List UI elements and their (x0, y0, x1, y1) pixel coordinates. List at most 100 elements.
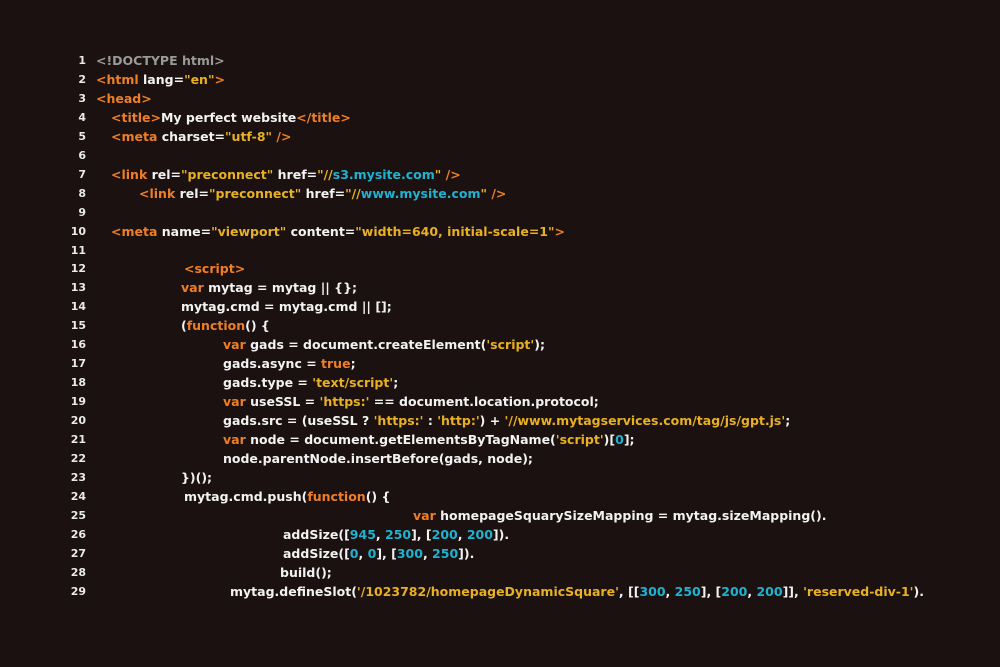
code-token: 200 (721, 583, 748, 599)
code-token: ); (534, 337, 545, 353)
code-token: 0 (615, 432, 624, 447)
code-token: 'https:' (373, 413, 424, 429)
code-token: node = document.getElementsByTagName( (250, 432, 556, 447)
code-token: <meta (111, 128, 162, 144)
code-token: gads.src = (useSSL ? (223, 413, 374, 429)
code-line[interactable]: 12 <script> (0, 259, 1000, 278)
code-line[interactable]: 11 (0, 241, 1000, 260)
code-token: node.parentNode.insertBefore(gads, node)… (223, 450, 533, 466)
code-text: var node = document.getElementsByTagName… (223, 430, 635, 449)
code-token: 0 (367, 545, 377, 561)
code-line[interactable]: 26 addSize([945, 250], [200, 200]). (0, 525, 1000, 544)
code-token: , [[ (618, 583, 640, 599)
code-token: rel= (179, 185, 210, 201)
code-line[interactable]: 9 (0, 203, 1000, 222)
code-text: <meta charset="utf-8" /> (111, 127, 291, 146)
code-text: gads.type = 'text/script'; (223, 373, 398, 392)
code-token: /> (441, 166, 461, 182)
code-token: function (307, 488, 366, 504)
code-line[interactable]: 18 gads.type = 'text/script'; (0, 373, 1000, 392)
code-text: mytag.defineSlot('/1023782/homepageDynam… (230, 582, 924, 601)
code-line[interactable]: 8 <link rel="preconnect" href="//www.mysi… (0, 184, 1000, 203)
code-text: })(); (181, 468, 212, 487)
code-token: charset= (161, 128, 226, 144)
code-line[interactable]: 19 var useSSL = 'https:' == document.loca… (0, 392, 1000, 411)
code-token: 300 (639, 583, 666, 599)
code-token: '/1023782/homepageDynamicSquare' (356, 583, 619, 599)
code-text: var useSSL = 'https:' == document.locati… (223, 392, 599, 411)
line-number: 1 (78, 54, 86, 67)
code-token: mytag.cmd = mytag.cmd || []; (181, 299, 392, 315)
code-token: <link (139, 185, 180, 201)
code-token: 0 (349, 545, 359, 561)
code-text: <!DOCTYPE html> (96, 51, 225, 70)
code-token: <html (96, 71, 144, 87)
code-token: href= (273, 166, 318, 182)
code-token: , (375, 526, 385, 542)
code-line[interactable]: 20 gads.src = (useSSL ? 'https:' : 'http:… (0, 411, 1000, 430)
code-token: gads = document.createElement( (250, 337, 487, 353)
code-line[interactable]: 2 <html lang="en"> (0, 70, 1000, 89)
code-line[interactable]: 24 mytag.cmd.push(function() { (0, 487, 1000, 506)
code-line[interactable]: 27 addSize([0, 0], [300, 250]). (0, 544, 1000, 563)
code-token: 945 (349, 526, 376, 542)
code-token: build(); (280, 564, 332, 580)
code-text: <html lang="en"> (96, 70, 225, 89)
code-token: s3.mysite.com (332, 166, 435, 182)
code-token: "viewport" (211, 223, 287, 239)
code-line[interactable]: 6 (0, 146, 1000, 165)
code-line[interactable]: 16 var gads = document.createElement('scr… (0, 335, 1000, 354)
code-line[interactable]: 3 <head> (0, 89, 1000, 108)
code-line[interactable]: 15 (function() { (0, 316, 1000, 335)
code-editor[interactable]: 1 <!DOCTYPE html> 2 <html lang="en"> 3 <head>… (0, 0, 1000, 667)
code-token: () { (245, 318, 270, 334)
code-token: My perfect website (160, 109, 297, 125)
code-line[interactable]: 21 var node = document.getElementsByTagNa… (0, 430, 1000, 449)
code-text: (function() { (181, 316, 270, 335)
code-token: : (423, 413, 438, 429)
line-number: 22 (70, 451, 86, 465)
code-token: "width=640, initial-scale=1" (355, 223, 555, 239)
code-line[interactable]: 28 build(); (0, 563, 1000, 582)
code-token: , (422, 545, 433, 561)
code-token: > (214, 71, 225, 87)
code-token: ], [ (376, 545, 397, 561)
code-token: ], [ (700, 583, 722, 599)
code-token: 'script' (555, 432, 604, 447)
code-token: ]; (623, 432, 635, 447)
code-token: )[ (603, 432, 616, 447)
code-text: <meta name="viewport" content="width=640… (111, 222, 565, 241)
code-line[interactable]: 23})(); (0, 468, 1000, 487)
code-token: lang= (143, 71, 185, 87)
code-token: 'reserved-div-1' (803, 583, 914, 599)
line-number: 25 (70, 508, 86, 522)
line-number: 17 (70, 357, 86, 371)
code-token: ]). (492, 526, 510, 542)
code-line[interactable]: 13 var mytag = mytag || {}; (0, 278, 1000, 297)
code-line[interactable]: 25 var homepageSquarySizeMapping = mytag.… (0, 506, 1000, 525)
code-line[interactable]: 22 node.parentNode.insertBefore(gads, nod… (0, 449, 1000, 468)
code-line[interactable]: 10 <meta name="viewport" content="width=6… (0, 222, 1000, 241)
line-number: 26 (70, 527, 86, 541)
code-line[interactable]: 4 <title>My perfect website</title> (0, 108, 1000, 127)
code-token: , (457, 526, 467, 542)
line-number: 19 (70, 395, 86, 409)
code-token: 250 (385, 526, 412, 542)
code-token: 250 (674, 583, 701, 599)
code-text: <script> (184, 259, 245, 278)
code-text: <link rel="preconnect" href="//s3.mysite… (111, 165, 461, 184)
code-line[interactable]: 14 mytag.cmd = mytag.cmd || []; (0, 297, 1000, 316)
code-line[interactable]: 7 <link rel="preconnect" href="//s3.mysit… (0, 165, 1000, 184)
code-line[interactable]: 5 <meta charset="utf-8" /> (0, 127, 1000, 146)
code-line[interactable]: 29 mytag.defineSlot('/1023782/homepageDyn… (0, 582, 1000, 601)
code-token: /> (272, 128, 292, 144)
code-token: 'https:' (319, 394, 370, 410)
code-text: build(); (280, 563, 332, 582)
code-token: content= (286, 223, 356, 239)
code-token: var (223, 394, 251, 410)
line-number: 6 (78, 148, 86, 162)
code-line[interactable]: 17 gads.async = true; (0, 354, 1000, 373)
code-token: ). (913, 583, 924, 599)
code-line[interactable]: 1 <!DOCTYPE html> (0, 51, 1000, 70)
code-token: mytag.cmd.push( (184, 488, 308, 504)
